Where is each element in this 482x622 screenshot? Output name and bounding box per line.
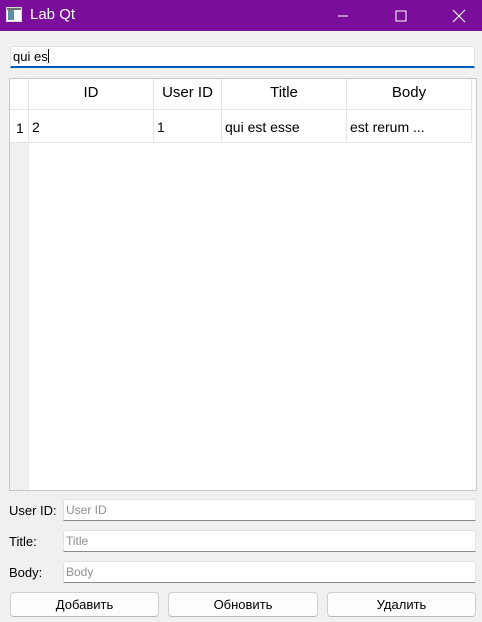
text-caret	[47, 49, 49, 63]
user-id-field[interactable]	[63, 499, 476, 521]
body-input[interactable]	[64, 562, 475, 582]
table-cell-user-id[interactable]: 1	[154, 110, 222, 143]
column-header-title[interactable]: Title	[222, 79, 347, 110]
row-header-strip: 1	[10, 110, 29, 490]
minimize-button[interactable]	[320, 0, 366, 31]
row-header[interactable]: 1	[10, 110, 29, 143]
add-button[interactable]: Добавить	[10, 592, 159, 617]
title-label: Title:	[9, 534, 37, 549]
table-cell-id[interactable]: 2	[29, 110, 154, 143]
maximize-button[interactable]	[378, 0, 424, 31]
posts-table[interactable]: ID User ID Title Body 1 2 1 qui est esse…	[9, 78, 477, 491]
close-icon	[452, 9, 466, 22]
body-label: Body:	[9, 565, 43, 580]
maximize-icon	[395, 10, 407, 21]
table-cell-body[interactable]: est rerum ...	[347, 110, 472, 143]
minimize-icon	[338, 15, 348, 16]
column-header-user-id[interactable]: User ID	[154, 79, 222, 110]
update-button[interactable]: Обновить	[168, 592, 318, 617]
close-button[interactable]	[436, 0, 482, 31]
title-field[interactable]	[63, 530, 476, 552]
search-input-value: qui es	[13, 49, 48, 64]
table-corner-button[interactable]	[10, 79, 29, 110]
table-cell-title[interactable]: qui est esse	[222, 110, 347, 143]
title-bar[interactable]: Lab Qt	[0, 0, 482, 31]
search-input[interactable]: qui es	[10, 46, 475, 68]
body-field[interactable]	[63, 561, 476, 583]
delete-button[interactable]: Удалить	[327, 592, 476, 617]
user-id-label: User ID:	[9, 503, 57, 518]
user-id-input[interactable]	[64, 500, 475, 520]
window-title: Lab Qt	[30, 6, 76, 23]
app-window: Lab Qt qui es ID User ID Title Body 1 2 …	[0, 0, 482, 622]
title-input[interactable]	[64, 531, 475, 551]
column-header-id[interactable]: ID	[29, 79, 154, 110]
column-header-body[interactable]: Body	[347, 79, 472, 110]
app-icon	[6, 7, 22, 22]
